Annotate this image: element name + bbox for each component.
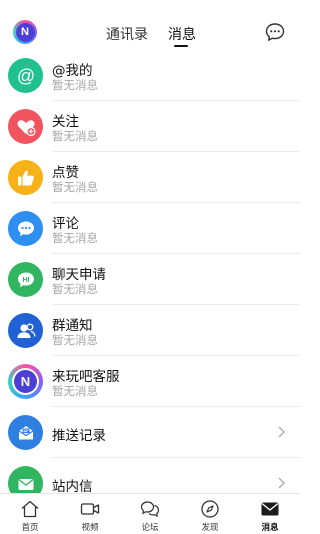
tab-messages[interactable]: 消息	[168, 24, 196, 44]
video-icon	[80, 503, 100, 515]
list-item-comments[interactable]: 评论 暂无消息	[0, 203, 300, 254]
mail-icon	[8, 466, 43, 493]
message-icon	[261, 502, 279, 516]
item-subtitle: 暂无消息	[52, 180, 98, 194]
group-icon	[8, 313, 43, 348]
item-title: 聊天申请	[52, 267, 106, 283]
item-title: 关注	[52, 114, 79, 130]
home-icon	[21, 500, 39, 518]
nav-label: 论坛	[141, 523, 159, 533]
item-title: @我的	[52, 63, 93, 79]
item-subtitle: 暂无消息	[52, 333, 98, 347]
svg-text:@: @	[16, 66, 34, 86]
nav-messages[interactable]: 消息	[240, 494, 300, 534]
thumbs-up-icon	[8, 160, 43, 195]
at-icon: @	[8, 58, 43, 93]
item-subtitle: 暂无消息	[52, 129, 98, 143]
item-title: 评论	[52, 216, 79, 232]
comment-bubble-icon	[8, 211, 43, 246]
bottom-nav: 首页 视频 论坛 发现 消息	[0, 493, 300, 534]
app-logo-icon[interactable]: N	[13, 20, 37, 44]
service-logo-letter: N	[14, 370, 37, 393]
nav-label: 首页	[21, 523, 39, 533]
active-tab-indicator	[174, 45, 188, 47]
hi-bubble-icon: HI	[8, 262, 43, 297]
item-title: 群通知	[52, 318, 93, 334]
chevron-right-icon	[278, 477, 285, 489]
nav-label: 视频	[81, 523, 99, 533]
item-title: 站内信	[52, 479, 93, 493]
push-record-icon	[8, 415, 43, 450]
svg-text:HI: HI	[22, 276, 29, 283]
item-subtitle: 暂无消息	[52, 231, 98, 245]
nav-label: 发现	[201, 523, 219, 533]
list-item-chat-requests[interactable]: HI 聊天申请 暂无消息	[0, 254, 300, 305]
list-item-at-me[interactable]: @ @我的 暂无消息	[0, 50, 300, 101]
nav-label: 消息	[261, 523, 279, 533]
service-logo-icon: N	[8, 364, 43, 399]
item-subtitle: 暂无消息	[52, 384, 98, 398]
top-bar: N 通讯录 消息	[0, 0, 300, 56]
list-item-customer-service[interactable]: N 来玩吧客服 暂无消息	[0, 356, 300, 407]
list-item-likes[interactable]: 点赞 暂无消息	[0, 152, 300, 203]
heart-plus-icon	[8, 109, 43, 144]
item-title: 推送记录	[52, 428, 106, 444]
item-title: 点赞	[52, 165, 79, 181]
more-chat-icon[interactable]	[265, 22, 285, 42]
message-list: @ @我的 暂无消息 关注 暂无消息 点赞 暂无消息 评论 暂无消息 HI 聊天…	[0, 50, 300, 493]
nav-home[interactable]: 首页	[0, 494, 60, 534]
compass-icon	[201, 500, 219, 518]
item-title: 来玩吧客服	[52, 369, 120, 385]
nav-video[interactable]: 视频	[60, 494, 120, 534]
nav-discover[interactable]: 发现	[180, 494, 240, 534]
list-item-inbox[interactable]: 站内信	[0, 458, 300, 493]
nav-forum[interactable]: 论坛	[120, 494, 180, 534]
list-item-follow[interactable]: 关注 暂无消息	[0, 101, 300, 152]
tab-contacts[interactable]: 通讯录	[106, 24, 148, 44]
list-item-push-records[interactable]: 推送记录	[0, 407, 300, 458]
chevron-right-icon	[278, 426, 285, 438]
forum-icon	[140, 501, 160, 518]
item-subtitle: 暂无消息	[52, 78, 98, 92]
item-subtitle: 暂无消息	[52, 282, 98, 296]
logo-letter: N	[15, 22, 35, 42]
list-item-group-notice[interactable]: 群通知 暂无消息	[0, 305, 300, 356]
